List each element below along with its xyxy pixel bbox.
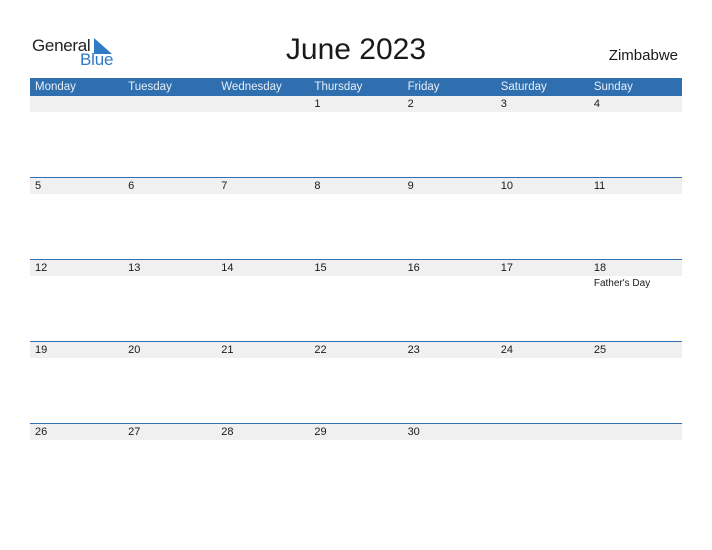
day-number: 6 [128,180,135,192]
day-event [496,440,589,442]
weekday-friday: Friday [407,81,440,93]
day-number: 14 [221,262,234,274]
day-number: 12 [35,262,48,274]
day-number: 26 [35,426,48,438]
day-number: 23 [407,344,420,356]
day-event [30,194,123,196]
day-event [30,440,123,442]
day-number [123,96,216,112]
day-event [123,440,216,442]
day-number [496,424,589,440]
weekday-wednesday: Wednesday [221,81,282,93]
day-event [30,276,123,289]
day-number: 10 [500,180,513,192]
day-event [403,194,496,196]
day-number: 18 [593,262,607,274]
day-event [123,276,216,289]
week-row: 26 27 28 29 30 [30,423,682,505]
day-event [403,358,496,360]
day-number: 30 [407,426,420,438]
weekday-tuesday: Tuesday [128,81,172,93]
day-number: 1 [314,98,321,110]
day-event [30,112,123,114]
day-number: 8 [314,180,321,192]
day-number: 17 [500,262,513,274]
day-number: 5 [35,180,42,192]
day-number-row: 5 6 7 8 9 10 11 [30,178,682,194]
weekday-saturday: Saturday [500,81,547,93]
weekday-header: Monday Tuesday Wednesday Thursday Friday… [30,78,682,96]
day-number: 19 [35,344,48,356]
day-number-row: 1 2 3 4 [30,96,682,112]
day-number-row: 26 27 28 29 30 [30,424,682,440]
event-row [30,358,682,360]
day-event [496,358,589,360]
day-event [309,440,402,442]
day-event [123,112,216,114]
day-number: 24 [500,344,513,356]
day-number: 3 [500,98,507,110]
day-number [216,96,309,112]
event-row [30,112,682,114]
event-row [30,440,682,442]
week-row: 19 20 21 22 23 24 25 [30,341,682,423]
day-event [123,358,216,360]
day-event [216,276,309,289]
weekday-thursday: Thursday [314,81,363,93]
day-number-row: 12 13 14 15 16 17 18 [30,260,682,276]
day-event [309,194,402,196]
day-number: 29 [314,426,327,438]
day-number: 21 [221,344,234,356]
day-event [589,358,682,360]
day-number: 2 [407,98,414,110]
day-number: 25 [593,344,607,356]
day-number: 16 [407,262,420,274]
day-event [30,358,123,360]
country-label: Zimbabwe [608,47,678,64]
day-number: 20 [128,344,141,356]
day-event [403,276,496,289]
day-event: Father's Day [593,278,651,289]
day-number: 4 [593,98,600,110]
day-number: 9 [407,180,414,192]
calendar-grid: Monday Tuesday Wednesday Thursday Friday… [30,78,682,505]
event-row [30,194,682,196]
day-event [216,194,309,196]
day-event [216,440,309,442]
day-event [496,276,589,289]
day-number: 11 [593,180,606,192]
day-event [216,358,309,360]
day-event [403,112,496,114]
week-row: 1 2 3 4 [30,96,682,177]
weekday-sunday: Sunday [593,81,633,93]
day-number: 28 [221,426,234,438]
day-event [309,358,402,360]
day-event [403,440,496,442]
day-event [123,194,216,196]
event-row: Father's Day [30,276,682,289]
day-event [309,112,402,114]
day-number [589,424,682,440]
day-event [496,112,589,114]
day-event [496,194,589,196]
day-number [30,96,123,112]
day-event [309,276,402,289]
day-event [216,112,309,114]
day-number: 15 [314,262,327,274]
day-number-row: 19 20 21 22 23 24 25 [30,342,682,358]
week-row: 12 13 14 15 16 17 18 Father's Day [30,259,682,341]
day-number: 7 [221,180,228,192]
day-number: 22 [314,344,327,356]
day-event [589,112,682,114]
page-title: June 2023 [285,33,427,66]
day-event [589,440,682,442]
weekday-monday: Monday [35,81,76,93]
day-event [589,194,682,196]
day-number: 13 [128,262,141,274]
day-number: 27 [128,426,141,438]
week-row: 5 6 7 8 9 10 11 [30,177,682,259]
